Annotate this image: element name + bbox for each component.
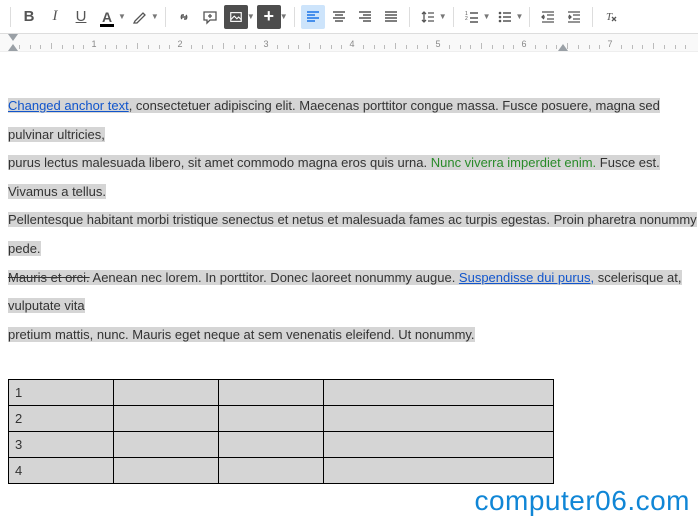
anchor-link-2[interactable]: Suspendisse dui purus, [459, 270, 594, 285]
table-cell[interactable] [114, 432, 219, 458]
text-segment: Aenean nec lorem. In porttitor. Donec la… [90, 270, 459, 285]
toolbar-divider [453, 7, 454, 27]
add-comment-button[interactable] [198, 5, 222, 29]
table-cell[interactable] [324, 406, 554, 432]
text-segment: pretium mattis, nunc. Mauris eget neque … [8, 327, 475, 342]
highlight-dropdown-icon[interactable]: ▼ [151, 12, 159, 21]
table-cell[interactable] [324, 432, 554, 458]
bulleted-list-dropdown-icon[interactable]: ▼ [516, 12, 524, 21]
left-indent-marker[interactable] [8, 43, 18, 51]
table-cell[interactable]: 1 [9, 380, 114, 406]
clear-formatting-button[interactable]: T [599, 5, 623, 29]
text-segment: Pellentesque habitant morbi tristique se… [8, 212, 697, 256]
toolbar-divider [294, 7, 295, 27]
align-left-button[interactable] [301, 5, 325, 29]
right-indent-marker[interactable] [558, 43, 568, 51]
bold-button[interactable]: B [17, 5, 41, 29]
table-cell[interactable] [219, 458, 324, 484]
paragraph[interactable]: Changed anchor text, consectetuer adipis… [8, 92, 698, 349]
insert-dropdown-icon[interactable]: ▼ [280, 12, 288, 21]
text-segment: purus lectus malesuada libero, sit amet … [8, 155, 431, 170]
document-table-container: 1234 [8, 379, 698, 484]
table-cell[interactable] [114, 406, 219, 432]
increase-indent-button[interactable] [562, 5, 586, 29]
table-row[interactable]: 4 [9, 458, 554, 484]
table-row[interactable]: 1 [9, 380, 554, 406]
table-cell[interactable]: 4 [9, 458, 114, 484]
italic-button[interactable]: I [43, 5, 67, 29]
table-cell[interactable]: 2 [9, 406, 114, 432]
svg-text:T: T [606, 11, 613, 23]
insert-image-button[interactable] [224, 5, 248, 29]
table-cell[interactable] [219, 406, 324, 432]
decrease-indent-button[interactable] [536, 5, 560, 29]
table-cell[interactable] [219, 380, 324, 406]
table-cell[interactable] [324, 458, 554, 484]
toolbar-divider [529, 7, 530, 27]
highlight-button[interactable] [128, 5, 152, 29]
table-cell[interactable] [324, 380, 554, 406]
insert-link-button[interactable] [172, 5, 196, 29]
align-center-button[interactable] [327, 5, 351, 29]
table-cell[interactable] [114, 380, 219, 406]
table-row[interactable]: 3 [9, 432, 554, 458]
horizontal-ruler[interactable]: 1234567 [0, 34, 698, 52]
toolbar-divider [592, 7, 593, 27]
svg-text:2: 2 [465, 16, 468, 22]
colored-text: Nunc viverra imperdiet enim. [431, 155, 596, 170]
strikethrough-text: Mauris et orci. [8, 270, 90, 285]
toolbar-divider [165, 7, 166, 27]
bulleted-list-button[interactable] [493, 5, 517, 29]
align-right-button[interactable] [353, 5, 377, 29]
image-dropdown-icon[interactable]: ▼ [247, 12, 255, 21]
insert-more-button[interactable]: + [257, 5, 281, 29]
line-spacing-button[interactable] [416, 5, 440, 29]
anchor-link-1[interactable]: Changed anchor text [8, 98, 129, 113]
table-cell[interactable]: 3 [9, 432, 114, 458]
align-justify-button[interactable] [379, 5, 403, 29]
numbered-list-button[interactable]: 12 [460, 5, 484, 29]
line-spacing-dropdown-icon[interactable]: ▼ [439, 12, 447, 21]
table-cell[interactable] [114, 458, 219, 484]
underline-button[interactable]: U [69, 5, 93, 29]
toolbar-divider [409, 7, 410, 27]
first-line-indent-marker[interactable] [8, 34, 18, 42]
formatting-toolbar: B I U A ▼ ▼ ▼ + ▼ ▼ 12 ▼ ▼ [0, 0, 698, 34]
font-color-dropdown-icon[interactable]: ▼ [118, 12, 126, 21]
toolbar-divider [10, 7, 11, 27]
document-content[interactable]: Changed anchor text, consectetuer adipis… [0, 52, 698, 484]
font-color-button[interactable]: A [95, 5, 119, 29]
table-row[interactable]: 2 [9, 406, 554, 432]
document-table[interactable]: 1234 [8, 379, 554, 484]
numbered-list-dropdown-icon[interactable]: ▼ [483, 12, 491, 21]
table-cell[interactable] [219, 432, 324, 458]
watermark-text: computer06.com [474, 485, 690, 517]
